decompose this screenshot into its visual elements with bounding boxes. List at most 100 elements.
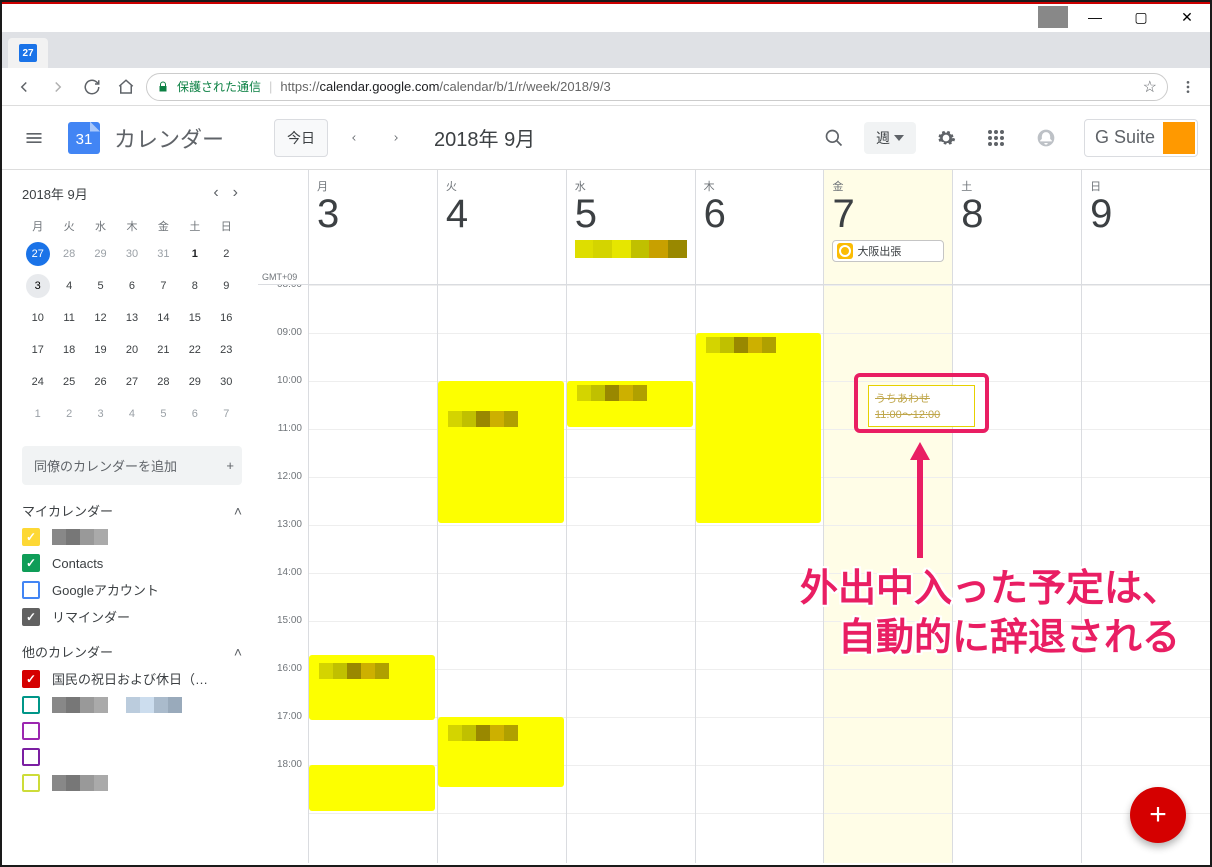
minical-day[interactable]: 10: [26, 306, 50, 330]
minical-day[interactable]: 17: [26, 338, 50, 362]
minical-day[interactable]: 3: [26, 274, 50, 298]
calendar-list-item[interactable]: Contacts: [22, 554, 242, 572]
calendar-checkbox[interactable]: [22, 748, 40, 766]
settings-gear-icon[interactable]: [926, 118, 966, 158]
calendar-checkbox[interactable]: [22, 670, 40, 688]
minical-day[interactable]: 4: [57, 274, 81, 298]
day-header[interactable]: 日9: [1081, 170, 1210, 284]
today-button[interactable]: 今日: [274, 119, 328, 157]
address-bar[interactable]: 保護された通信 | https://calendar.google.com/ca…: [146, 73, 1168, 101]
calendar-list-item[interactable]: リマインダー: [22, 607, 242, 626]
create-event-fab[interactable]: +: [1130, 787, 1186, 843]
minical-day[interactable]: 25: [57, 370, 81, 394]
calendar-checkbox[interactable]: [22, 722, 40, 740]
minical-day[interactable]: 6: [183, 402, 207, 426]
declined-event[interactable]: うちあわせ 11:00～12:00: [868, 385, 975, 427]
minical-day[interactable]: 7: [214, 402, 238, 426]
redacted-allday-event[interactable]: [575, 240, 687, 258]
browser-tab-strip[interactable]: 27: [2, 32, 1210, 68]
minical-day[interactable]: 2: [57, 402, 81, 426]
mini-calendar[interactable]: 月火水木金土日 27282930311234567891011121314151…: [22, 214, 242, 430]
search-icon[interactable]: [814, 118, 854, 158]
browser-menu-icon[interactable]: [1174, 73, 1202, 101]
minical-day[interactable]: 27: [26, 242, 50, 266]
minical-day[interactable]: 8: [183, 274, 207, 298]
my-calendars-header[interactable]: マイカレンダー˄: [22, 501, 242, 520]
minical-day[interactable]: 9: [214, 274, 238, 298]
calendar-list-item[interactable]: 国民の祝日および休日（…: [22, 669, 242, 688]
notifications-icon[interactable]: [1026, 118, 1066, 158]
minical-day[interactable]: 1: [26, 402, 50, 426]
minical-day[interactable]: 23: [214, 338, 238, 362]
day-header[interactable]: 水5: [566, 170, 695, 284]
calendar-event[interactable]: [309, 655, 435, 720]
calendar-checkbox[interactable]: [22, 554, 40, 572]
window-maximize[interactable]: [1118, 2, 1164, 32]
minical-day[interactable]: 29: [183, 370, 207, 394]
calendar-event[interactable]: [438, 381, 564, 523]
google-apps-icon[interactable]: [976, 118, 1016, 158]
minical-day[interactable]: 29: [89, 242, 113, 266]
bookmark-star-icon[interactable]: ☆: [1143, 77, 1157, 97]
minical-day[interactable]: 28: [151, 370, 175, 394]
browser-tab[interactable]: 27: [8, 38, 48, 68]
calendar-logo[interactable]: 31: [64, 118, 104, 158]
next-week-button[interactable]: [380, 122, 412, 154]
minical-day[interactable]: 7: [151, 274, 175, 298]
minical-day[interactable]: 6: [120, 274, 144, 298]
minical-day[interactable]: 21: [151, 338, 175, 362]
minical-next[interactable]: ›: [229, 182, 242, 204]
minical-day[interactable]: 27: [120, 370, 144, 394]
minical-day[interactable]: 22: [183, 338, 207, 362]
minical-day[interactable]: 2: [214, 242, 238, 266]
minical-day[interactable]: 4: [120, 402, 144, 426]
calendar-event[interactable]: [438, 717, 564, 787]
minical-day[interactable]: 1: [183, 242, 207, 266]
calendar-checkbox[interactable]: [22, 608, 40, 626]
minical-prev[interactable]: ‹: [209, 182, 222, 204]
minical-day[interactable]: 12: [89, 306, 113, 330]
calendar-checkbox[interactable]: [22, 774, 40, 792]
add-coworker-calendar[interactable]: 同僚のカレンダーを追加 +: [22, 446, 242, 485]
minical-day[interactable]: 11: [57, 306, 81, 330]
calendar-list-item[interactable]: [22, 528, 242, 546]
minical-day[interactable]: 18: [57, 338, 81, 362]
date-range-label[interactable]: 2018年 9月: [434, 123, 535, 152]
calendar-list-item[interactable]: [22, 774, 242, 792]
allday-event[interactable]: 大阪出張: [832, 240, 944, 262]
minical-day[interactable]: 15: [183, 306, 207, 330]
day-column[interactable]: [437, 285, 566, 863]
calendar-list-item[interactable]: [22, 748, 242, 766]
calendar-event[interactable]: [696, 333, 822, 523]
day-header[interactable]: 木6: [695, 170, 824, 284]
calendar-list-item[interactable]: [22, 722, 242, 740]
day-header[interactable]: 火4: [437, 170, 566, 284]
minical-day[interactable]: 20: [120, 338, 144, 362]
calendar-checkbox[interactable]: [22, 528, 40, 546]
nav-reload-icon[interactable]: [78, 73, 106, 101]
calendar-list-item[interactable]: [22, 696, 242, 714]
minical-day[interactable]: 31: [151, 242, 175, 266]
calendar-checkbox[interactable]: [22, 696, 40, 714]
nav-home-icon[interactable]: [112, 73, 140, 101]
nav-back-icon[interactable]: [10, 73, 38, 101]
calendar-event[interactable]: [309, 765, 435, 811]
minical-day[interactable]: 28: [57, 242, 81, 266]
minical-day[interactable]: 5: [89, 274, 113, 298]
calendar-list-item[interactable]: Googleアカウント: [22, 580, 242, 599]
avatar[interactable]: [1163, 122, 1195, 154]
gsuite-badge[interactable]: G Suite: [1084, 119, 1198, 157]
minical-day[interactable]: 5: [151, 402, 175, 426]
plus-icon[interactable]: +: [226, 458, 234, 473]
other-calendars-header[interactable]: 他のカレンダー˄: [22, 642, 242, 661]
view-switcher[interactable]: 週: [864, 122, 916, 154]
calendar-checkbox[interactable]: [22, 581, 40, 599]
main-menu-icon[interactable]: [14, 118, 54, 158]
day-column[interactable]: [566, 285, 695, 863]
minical-day[interactable]: 30: [214, 370, 238, 394]
window-minimize[interactable]: [1072, 2, 1118, 32]
minical-day[interactable]: 24: [26, 370, 50, 394]
minical-day[interactable]: 3: [89, 402, 113, 426]
minical-day[interactable]: 16: [214, 306, 238, 330]
minical-day[interactable]: 13: [120, 306, 144, 330]
